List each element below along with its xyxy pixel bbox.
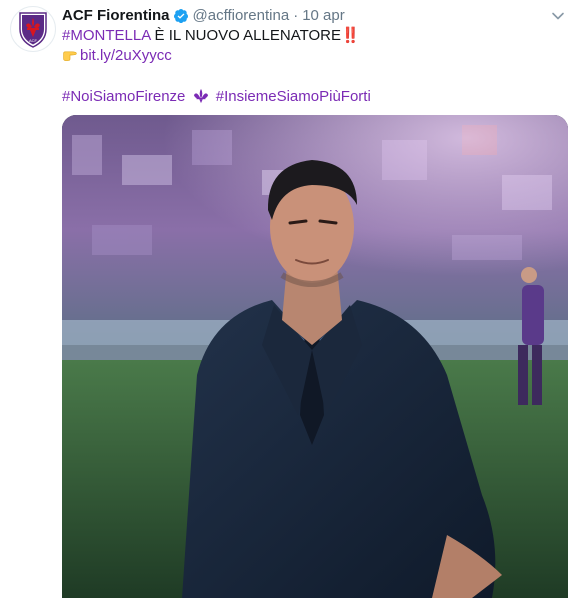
tweet-line-2: bit.ly/2uXyycc: [62, 46, 566, 66]
hashtag-montella[interactable]: #MONTELLA: [62, 27, 150, 44]
tweet-headline-text: È IL NUOVO ALLENATORE: [150, 27, 341, 44]
hashtag-insiemesiamopiuforti[interactable]: #InsiemeSiamoPiùForti: [216, 88, 371, 105]
fiorentina-crest-icon: ACF: [19, 12, 47, 48]
tweet-link[interactable]: bit.ly/2uXyycc: [80, 47, 172, 64]
separator-dot: ·: [293, 7, 299, 24]
photo-of-coach-icon: [62, 115, 568, 598]
tweet-date[interactable]: 10 apr: [302, 6, 345, 26]
author-name[interactable]: ACF Fiorentina: [62, 6, 170, 26]
double-exclamation-emoji: ‼️: [341, 27, 360, 44]
avatar[interactable]: ACF: [10, 6, 56, 52]
crest-lettering: ACF: [29, 38, 38, 43]
fleur-de-lis-icon: [193, 88, 208, 104]
tweet-line-1: #MONTELLA È IL NUOVO ALLENATORE‼️: [62, 26, 566, 46]
hashtag-noisiamofirenze[interactable]: #NoiSiamoFirenze: [62, 88, 185, 105]
tweet-line-3: #NoiSiamoFirenze #InsiemeSiamoPiùForti: [62, 87, 566, 107]
tweet-text: #MONTELLA È IL NUOVO ALLENATORE‼️ bit.ly…: [62, 26, 566, 107]
tweet-photo[interactable]: [62, 115, 568, 598]
chevron-down-icon[interactable]: [550, 8, 566, 24]
verified-badge-icon: [173, 9, 188, 23]
tweet-card[interactable]: ACF ACF Fiorentina @acffiorentina · 10 a…: [0, 0, 576, 598]
pointing-right-hand-icon: [63, 51, 77, 61]
tweet-header: ACF Fiorentina @acffiorentina · 10 apr: [62, 6, 566, 26]
author-handle[interactable]: @acffiorentina: [193, 6, 290, 26]
line-spacer: [62, 66, 566, 87]
